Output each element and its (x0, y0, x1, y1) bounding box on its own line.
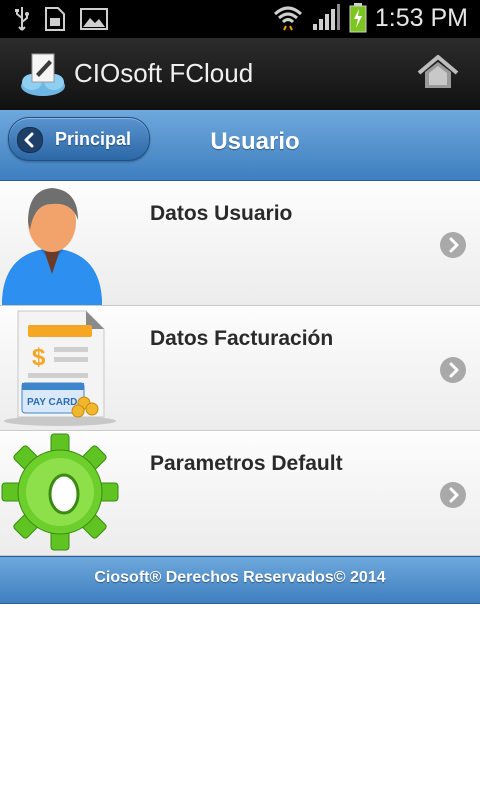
green-gear-icon (1, 433, 119, 551)
battery-charging-icon (349, 3, 367, 33)
notification-icons (14, 6, 108, 32)
status-bar: 1:53 PM (0, 0, 480, 38)
list-item-datos-usuario[interactable]: Datos Usuario (0, 181, 480, 306)
cloud-pencil-icon (21, 53, 65, 96)
action-bar: CIOsoft FCloud (0, 38, 480, 112)
chevron-right-icon (440, 232, 466, 258)
page-title: Usuario (210, 128, 300, 155)
list-item-label: Parametros Default (150, 452, 343, 475)
clock: 1:53 PM (374, 3, 468, 32)
billing-invoice-icon: $ PAY CARD (4, 310, 116, 426)
app-title: CIOsoft FCloud (74, 58, 254, 88)
pay-card-text: PAY CARD (27, 397, 77, 408)
footer-copyright: Ciosoft® Derechos Reservados© 2014 (94, 569, 386, 586)
wifi-icon (273, 6, 302, 31)
signal-icon (312, 4, 340, 30)
footer-bar: Ciosoft® Derechos Reservados© 2014 (0, 556, 480, 604)
chevron-right-icon (440, 357, 466, 383)
list-item-label: Datos Usuario (150, 202, 293, 225)
usb-icon (15, 7, 29, 31)
list-item-parametros-default[interactable]: Parametros Default (0, 431, 480, 556)
image-icon (80, 8, 108, 30)
menu-list: Datos Usuario $ PAY CARD Datos Facturaci… (0, 181, 480, 556)
user-avatar-icon (2, 188, 102, 305)
home-icon[interactable] (416, 52, 460, 94)
svg-text:$: $ (32, 344, 46, 371)
page-header: Principal Usuario (0, 110, 480, 181)
list-item-datos-facturacion[interactable]: $ PAY CARD Datos Facturación (0, 306, 480, 431)
sim-icon (45, 7, 65, 31)
chevron-right-icon (440, 482, 466, 508)
system-icons: 1:53 PM (273, 3, 468, 33)
list-item-label: Datos Facturación (150, 327, 334, 350)
